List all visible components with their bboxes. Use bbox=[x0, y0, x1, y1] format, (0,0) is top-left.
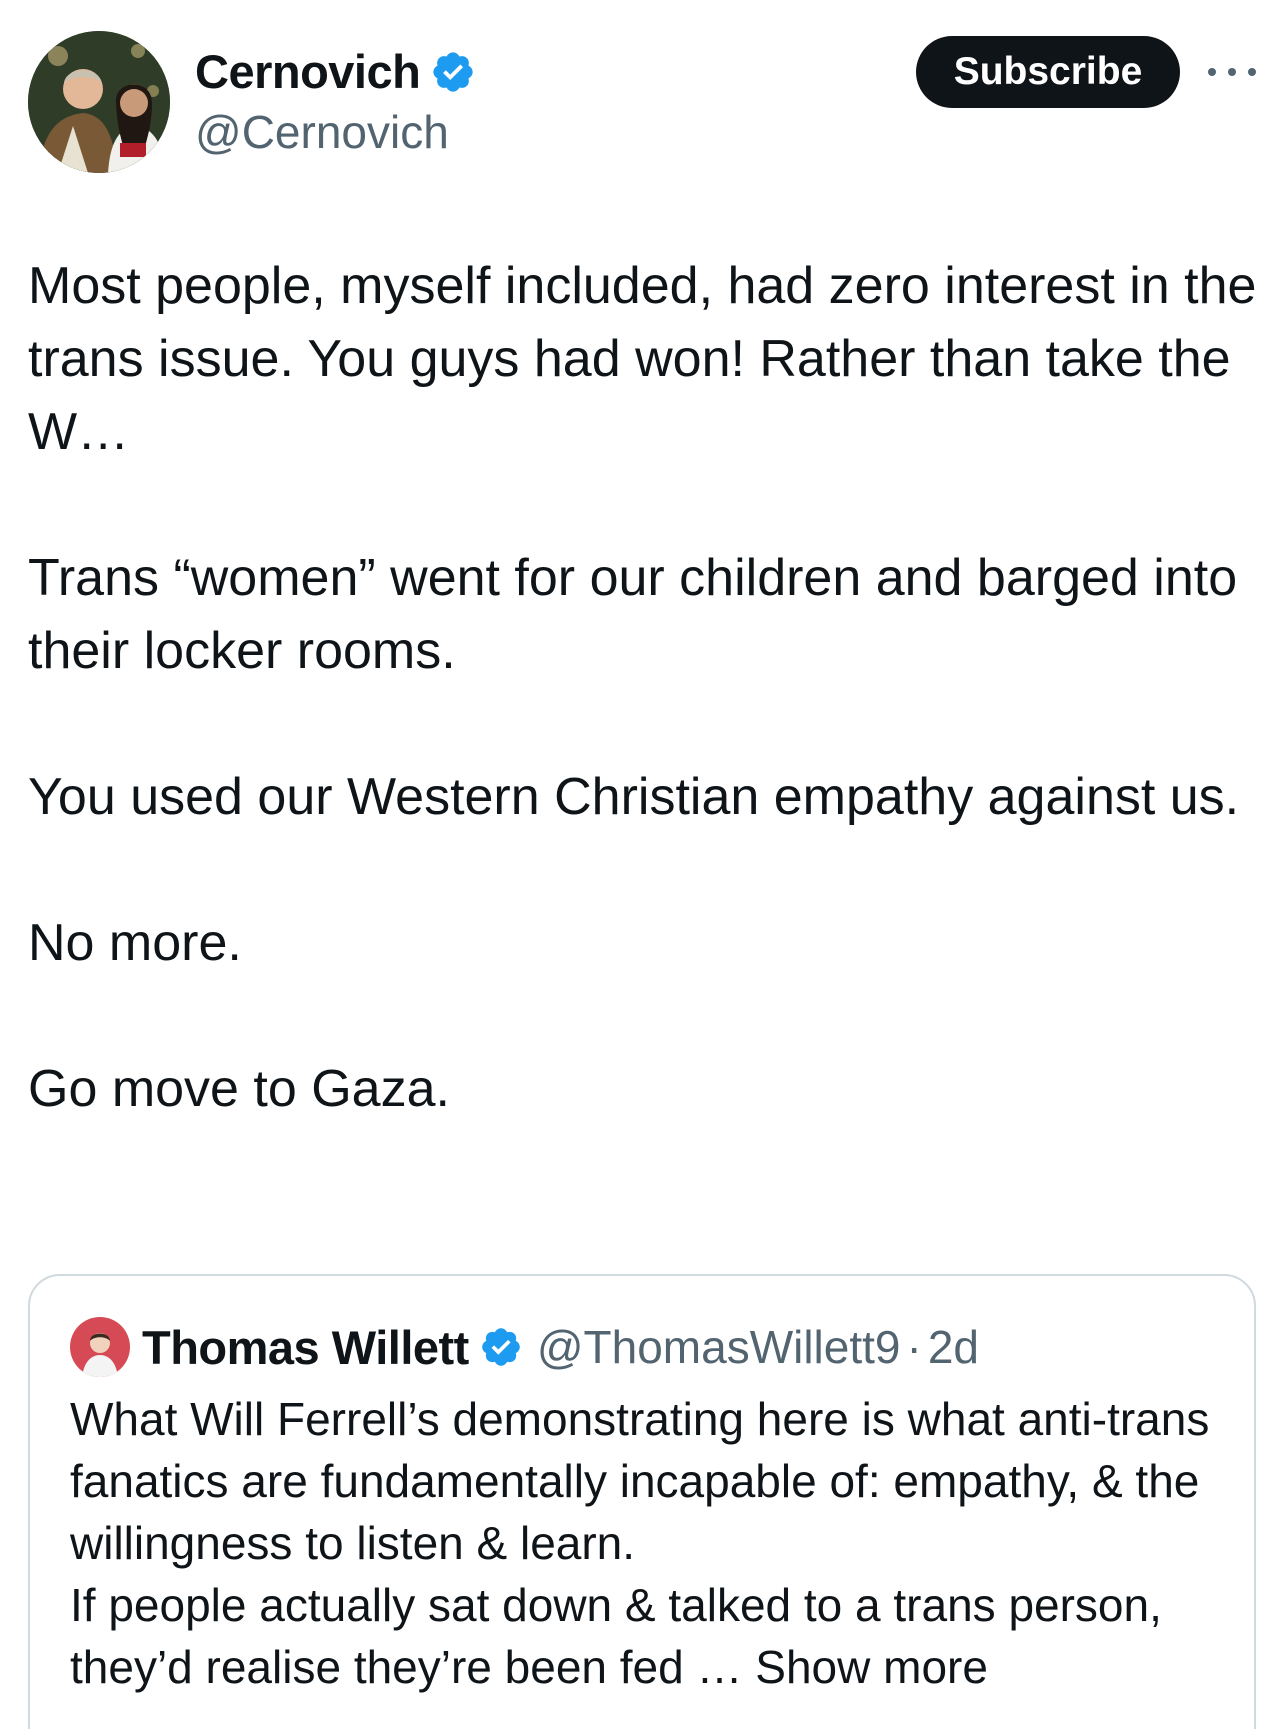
quoted-author-avatar-image bbox=[70, 1317, 130, 1377]
author-avatar-image bbox=[28, 31, 170, 173]
tweet-text: Most people, myself included, had zero i… bbox=[28, 250, 1258, 1126]
tweet-page: Cernovich @Cernovich Subscribe Most peop… bbox=[0, 0, 1284, 1729]
quoted-tweet-text: What Will Ferrell’s demonstrating here i… bbox=[70, 1388, 1220, 1698]
separator-dot: · bbox=[906, 1321, 922, 1373]
dot bbox=[1228, 68, 1236, 76]
verified-badge-icon[interactable] bbox=[479, 1325, 523, 1369]
dot bbox=[1208, 68, 1216, 76]
more-horizontal-icon[interactable] bbox=[1208, 56, 1256, 88]
author-name-row: Cernovich bbox=[195, 44, 476, 100]
quoted-tweet-body: What Will Ferrell’s demonstrating here i… bbox=[70, 1393, 1210, 1693]
dot bbox=[1248, 68, 1256, 76]
author-handle[interactable]: @Cernovich bbox=[195, 104, 449, 160]
quoted-author-avatar[interactable] bbox=[70, 1317, 130, 1377]
author-avatar[interactable] bbox=[28, 31, 170, 173]
verified-badge-icon[interactable] bbox=[430, 49, 476, 95]
tweet-paragraph: Go move to Gaza. bbox=[28, 1060, 450, 1118]
quoted-tweet-timestamp[interactable]: 2d bbox=[928, 1320, 979, 1374]
tweet-paragraph: No more. bbox=[28, 914, 242, 972]
tweet-paragraph: You used our Western Christian empathy a… bbox=[28, 768, 1240, 826]
subscribe-button[interactable]: Subscribe bbox=[916, 36, 1180, 108]
author-display-name[interactable]: Cernovich bbox=[195, 44, 421, 100]
quoted-tweet-header: Thomas Willett @ThomasWillett9 · 2d bbox=[70, 1316, 979, 1378]
quoted-tweet-card[interactable]: Thomas Willett @ThomasWillett9 · 2d What… bbox=[28, 1274, 1256, 1729]
show-more-link[interactable]: Show more bbox=[755, 1641, 988, 1693]
quoted-author-name[interactable]: Thomas Willett bbox=[142, 1320, 469, 1375]
quoted-author-handle[interactable]: @ThomasWillett9 bbox=[537, 1320, 901, 1374]
tweet-paragraph: Most people, myself included, had zero i… bbox=[28, 257, 1257, 461]
tweet-paragraph: Trans “women” went for our children and … bbox=[28, 549, 1238, 680]
